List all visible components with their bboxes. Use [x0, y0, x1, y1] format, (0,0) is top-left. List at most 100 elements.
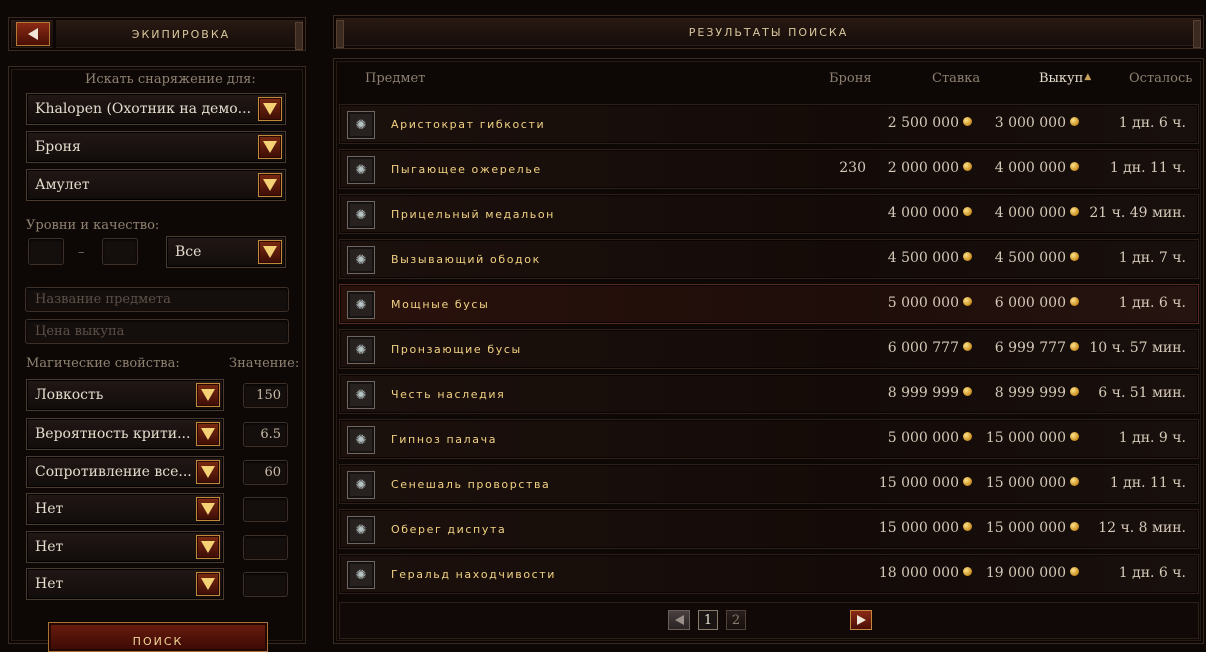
search-for-label: Искать снаряжение для: — [85, 72, 256, 87]
column-header-bid[interactable]: Ставка — [932, 71, 980, 86]
item-subtype-value: Амулет — [35, 177, 90, 193]
result-row[interactable]: ✺ Прицельный медальон 4 000 000 4 000 000 21… — [339, 194, 1199, 234]
bid-amount: 5 000 000 — [887, 295, 959, 311]
arrow-right-icon — [856, 615, 866, 625]
page-2-button[interactable]: 2 — [726, 610, 746, 630]
gold-coin-icon — [963, 207, 972, 216]
next-page-button[interactable] — [850, 610, 872, 630]
buyout-price: 15 000 000 — [986, 520, 1079, 536]
level-max-input[interactable] — [102, 238, 138, 265]
column-header-item[interactable]: Предмет — [365, 71, 425, 86]
item-name: Геральд находчивости — [391, 568, 557, 581]
dropdown-arrow-icon[interactable] — [196, 572, 220, 596]
back-button[interactable] — [16, 22, 50, 46]
result-row[interactable]: ✺ Гипноз палача 5 000 000 15 000 000 1 дн. 9… — [339, 419, 1199, 459]
result-row[interactable]: ✺ Геральд находчивости 18 000 000 19 000 00… — [339, 554, 1199, 594]
gold-coin-icon — [963, 117, 972, 126]
item-name-input[interactable]: Название предмета — [25, 287, 289, 312]
magic-property-value-input[interactable] — [243, 497, 288, 522]
item-subtype-select[interactable]: Амулет — [26, 169, 286, 201]
amulet-icon[interactable]: ✺ — [347, 291, 375, 319]
level-min-input[interactable] — [28, 238, 64, 265]
amulet-icon[interactable]: ✺ — [347, 426, 375, 454]
result-row[interactable]: ✺ Аристократ гибкости 2 500 000 3 000 000 1 … — [339, 104, 1199, 144]
bid-amount: 15 000 000 — [878, 520, 959, 536]
bid-amount: 4 500 000 — [887, 250, 959, 266]
time-remaining: 21 ч. 49 мин. — [1089, 205, 1186, 221]
search-button[interactable]: ПОИСК — [48, 622, 268, 652]
buyout-amount: 19 000 000 — [985, 565, 1066, 581]
dropdown-arrow-icon[interactable] — [196, 422, 220, 446]
column-header-buyout[interactable]: Выкуп▲ — [1039, 71, 1091, 86]
result-row[interactable]: ✺ Мощные бусы 5 000 000 6 000 000 1 дн. 6 ч. — [339, 284, 1199, 324]
bid-price: 2 000 000 — [888, 160, 972, 176]
bid-amount: 4 000 000 — [887, 205, 959, 221]
column-header-armor[interactable]: Броня — [829, 71, 872, 86]
character-value: Khalopen (Охотник на демо... — [35, 101, 252, 117]
magic-property-select[interactable]: Сопротивление все... — [26, 456, 224, 488]
gold-coin-icon — [963, 387, 972, 396]
amulet-icon[interactable]: ✺ — [347, 201, 375, 229]
magic-property-select[interactable]: Нет — [26, 568, 224, 600]
amulet-icon[interactable]: ✺ — [347, 111, 375, 139]
bid-amount: 2 000 000 — [887, 160, 959, 176]
dropdown-arrow-icon[interactable] — [258, 135, 282, 159]
dropdown-arrow-icon[interactable] — [258, 97, 282, 121]
magic-property-name: Нет — [35, 539, 64, 555]
result-row[interactable]: ✺ Оберег диспута 15 000 000 15 000 000 12 ч.… — [339, 509, 1199, 549]
result-row[interactable]: ✺ Сенешаль проворства 15 000 000 15 000 000… — [339, 464, 1199, 504]
character-select[interactable]: Khalopen (Охотник на демо... — [26, 93, 286, 125]
dropdown-arrow-icon[interactable] — [196, 497, 220, 521]
amulet-icon[interactable]: ✺ — [347, 561, 375, 589]
amulet-icon[interactable]: ✺ — [347, 516, 375, 544]
magic-property-value-input[interactable] — [243, 572, 288, 597]
time-remaining: 1 дн. 11 ч. — [1109, 475, 1186, 491]
arrow-left-icon — [674, 615, 684, 625]
buyout-price: 15 000 000 — [986, 430, 1079, 446]
magic-property-value-input[interactable]: 60 — [243, 460, 288, 485]
amulet-icon[interactable]: ✺ — [347, 471, 375, 499]
amulet-icon[interactable]: ✺ — [347, 336, 375, 364]
bid-amount: 5 000 000 — [887, 430, 959, 446]
amulet-icon[interactable]: ✺ — [347, 246, 375, 274]
magic-property-select[interactable]: Нет — [26, 493, 224, 525]
result-row[interactable]: ✺ Пыгающее ожерелье 230 2 000 000 4 000 000 1… — [339, 149, 1199, 189]
dropdown-arrow-icon[interactable] — [196, 535, 220, 559]
gold-coin-icon — [1070, 387, 1079, 396]
column-header-remaining[interactable]: Осталось — [1129, 71, 1192, 86]
buyout-amount: 8 999 999 — [994, 385, 1066, 401]
gold-coin-icon — [963, 342, 972, 351]
quality-select[interactable]: Все — [166, 236, 286, 268]
result-row[interactable]: ✺ Вызывающий ободок 4 500 000 4 500 000 1 дн… — [339, 239, 1199, 279]
item-type-select[interactable]: Броня — [26, 131, 286, 163]
bid-price: 18 000 000 — [879, 565, 972, 581]
magic-property-value-input[interactable]: 6.5 — [243, 422, 288, 447]
buyout-price-input[interactable]: Цена выкупа — [25, 319, 289, 344]
column-header-buyout-label: Выкуп — [1039, 71, 1084, 86]
result-row[interactable]: ✺ Честь наследия 8 999 999 8 999 999 6 ч. 51… — [339, 374, 1199, 414]
magic-property-select[interactable]: Нет — [26, 531, 224, 563]
magic-property-name: Вероятность крити... — [35, 426, 191, 442]
dropdown-arrow-icon[interactable] — [258, 173, 282, 197]
dropdown-arrow-icon[interactable] — [196, 383, 220, 407]
item-name: Сенешаль проворства — [391, 478, 551, 491]
magic-property-select[interactable]: Ловкость — [26, 379, 224, 411]
magic-property-name: Ловкость — [35, 387, 104, 403]
gold-coin-icon — [963, 432, 972, 441]
amulet-icon[interactable]: ✺ — [347, 381, 375, 409]
prev-page-button[interactable] — [668, 610, 690, 630]
bid-price: 6 000 777 — [888, 340, 972, 356]
magic-property-value-input[interactable] — [243, 535, 288, 560]
page-1-button[interactable]: 1 — [698, 610, 718, 630]
magic-property-name: Нет — [35, 501, 64, 517]
results-title: РЕЗУЛЬТАТЫ ПОИСКА — [688, 25, 849, 39]
dropdown-arrow-icon[interactable] — [196, 460, 220, 484]
result-row[interactable]: ✺ Пронзающие бусы 6 000 777 6 999 777 10 ч. … — [339, 329, 1199, 369]
magic-property-value-input[interactable]: 150 — [243, 383, 288, 408]
gold-coin-icon — [1070, 252, 1079, 261]
sort-ascending-icon: ▲ — [1084, 72, 1092, 82]
amulet-icon[interactable]: ✺ — [347, 156, 375, 184]
magic-property-select[interactable]: Вероятность крити... — [26, 418, 224, 450]
bid-amount: 8 999 999 — [887, 385, 959, 401]
dropdown-arrow-icon[interactable] — [258, 240, 282, 264]
